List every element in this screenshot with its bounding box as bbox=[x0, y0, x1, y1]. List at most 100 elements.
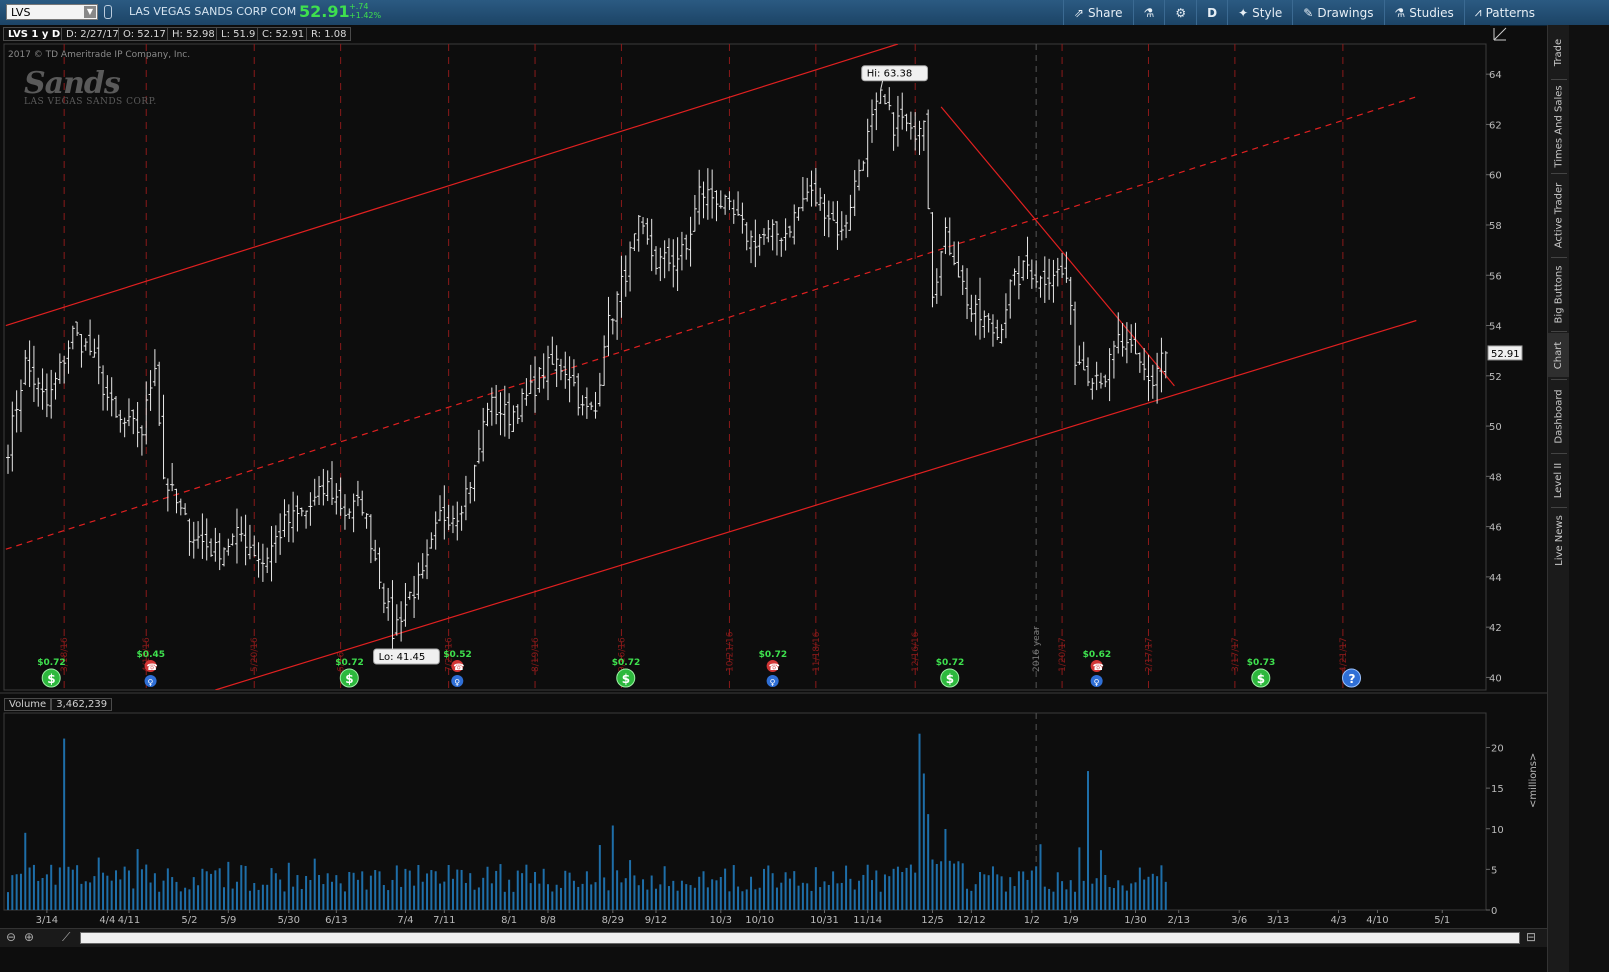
date-tick-label: 2/13 bbox=[1167, 915, 1189, 926]
volume-bar bbox=[750, 876, 753, 910]
volume-bar bbox=[339, 883, 342, 910]
volume-bar bbox=[650, 875, 653, 910]
volume-bar bbox=[127, 870, 130, 910]
volume-bar bbox=[659, 884, 662, 910]
volume-bar bbox=[901, 871, 904, 910]
volume-bar bbox=[192, 877, 195, 910]
price-tick-label: 40 bbox=[1489, 673, 1502, 684]
volume-bar bbox=[1013, 886, 1016, 910]
unknown-event-glyph: ? bbox=[1349, 672, 1356, 686]
sidebar-item-dashboard[interactable]: Dashboard bbox=[1548, 381, 1570, 451]
sidebar-item-chart[interactable]: Chart bbox=[1548, 333, 1570, 377]
volume-panel bbox=[3, 712, 1487, 911]
volume-bar bbox=[149, 882, 152, 910]
volume-bar bbox=[607, 890, 610, 910]
year-marker-label: 2016 year bbox=[1032, 626, 1042, 672]
volume-bar bbox=[745, 889, 748, 910]
volume-bar bbox=[521, 873, 524, 910]
sidebar-item-live-news[interactable]: Live News bbox=[1548, 509, 1570, 571]
earnings-amount: $0.45 bbox=[137, 650, 165, 660]
price-tick-label: 42 bbox=[1489, 623, 1502, 634]
sidebar-label-big-buttons: Big Buttons bbox=[1553, 265, 1565, 323]
volume-bar bbox=[439, 883, 441, 910]
sidebar-item-times-and-sales[interactable]: Times And Sales bbox=[1548, 81, 1570, 171]
event-date-label: 12/16/16 bbox=[911, 631, 921, 672]
volume-bar bbox=[110, 880, 113, 910]
sidebar-item-level-ii[interactable]: Level II bbox=[1548, 455, 1570, 505]
info-bulb-glyph: ♀ bbox=[770, 678, 776, 687]
volume-bar bbox=[1095, 878, 1098, 910]
volume-bar bbox=[771, 873, 774, 910]
volume-bar bbox=[715, 880, 718, 910]
volume-bar bbox=[905, 867, 908, 910]
volume-bar bbox=[283, 891, 286, 910]
date-tick-label: 3/6 bbox=[1231, 915, 1247, 926]
price-tick-label: 46 bbox=[1489, 523, 1502, 534]
sidebar-item-active-trader[interactable]: Active Trader bbox=[1548, 175, 1570, 255]
volume-bar bbox=[1108, 886, 1111, 910]
date-tick-label: 12/12 bbox=[957, 915, 986, 926]
volume-bar bbox=[633, 875, 636, 910]
scroll-track[interactable] bbox=[80, 932, 1520, 944]
volume-bar bbox=[369, 875, 372, 910]
price-tick-label: 62 bbox=[1489, 120, 1502, 131]
volume-bar bbox=[197, 885, 200, 910]
earnings-icon-glyph: ☎ bbox=[147, 663, 158, 673]
date-tick-label: 8/29 bbox=[602, 915, 624, 926]
dividend-amount: $0.72 bbox=[936, 658, 964, 668]
volume-bar bbox=[1043, 886, 1046, 910]
volume-bar bbox=[227, 861, 230, 910]
volume-bar bbox=[585, 871, 588, 910]
earnings-icon-glyph: ☎ bbox=[769, 663, 780, 673]
volume-bar bbox=[564, 870, 567, 910]
volume-bar bbox=[970, 890, 973, 910]
volume-bar bbox=[693, 887, 696, 910]
volume-bar bbox=[93, 876, 96, 910]
volume-bar bbox=[58, 867, 61, 910]
volume-bar bbox=[823, 881, 826, 910]
volume-bar bbox=[922, 773, 925, 910]
volume-bar bbox=[676, 890, 679, 910]
date-tick-label: 4/3 bbox=[1331, 915, 1347, 926]
volume-bar bbox=[300, 889, 303, 910]
volume-bar bbox=[1022, 871, 1025, 910]
volume-bar bbox=[231, 888, 234, 910]
volume-bar bbox=[832, 871, 835, 910]
volume-bar bbox=[430, 870, 433, 910]
volume-bar bbox=[426, 873, 429, 910]
price-volume-chart[interactable]: 40424446485052545658606264051015203/18/1… bbox=[0, 0, 1547, 928]
volume-bar bbox=[361, 871, 364, 910]
last-price-label: 52.91 bbox=[1491, 349, 1520, 360]
dividend-icon-glyph: $ bbox=[622, 672, 630, 686]
volume-bar bbox=[1082, 880, 1085, 910]
volume-bar bbox=[1156, 876, 1159, 910]
volume-bar bbox=[979, 872, 981, 910]
volume-bar bbox=[223, 887, 225, 910]
zoom-out-icon[interactable]: ⊖ bbox=[6, 930, 16, 944]
volume-bar bbox=[1056, 872, 1059, 910]
chart-scrollbar[interactable]: ⊖ ⊕ ⟋ ⊟ bbox=[0, 928, 1547, 947]
sidebar-item-trade[interactable]: Trade bbox=[1548, 27, 1570, 77]
zoom-in-icon[interactable]: ⊕ bbox=[24, 930, 34, 944]
volume-bar bbox=[680, 880, 683, 910]
sidebar-item-big-buttons[interactable]: Big Buttons bbox=[1548, 259, 1570, 329]
volume-bar bbox=[1017, 871, 1020, 910]
volume-bar bbox=[629, 860, 632, 910]
info-bulb-glyph: ♀ bbox=[454, 678, 460, 687]
volume-bar bbox=[1039, 844, 1042, 910]
volume-bar bbox=[76, 865, 79, 910]
volume-bar bbox=[637, 885, 640, 910]
volume-bar bbox=[547, 884, 549, 910]
volume-bar bbox=[188, 889, 191, 910]
volume-bar bbox=[153, 873, 156, 910]
drag-icon[interactable]: ⟋ bbox=[62, 930, 70, 945]
volume-bar bbox=[1009, 877, 1012, 910]
volume-bar bbox=[214, 870, 217, 910]
event-date-label: 1/20/17 bbox=[1058, 637, 1068, 672]
logo-text: Sands bbox=[24, 66, 121, 101]
volume-bar bbox=[115, 870, 117, 910]
fit-icon[interactable]: ⊟ bbox=[1526, 930, 1536, 944]
volume-bar bbox=[957, 861, 960, 910]
volume-bar bbox=[974, 884, 977, 910]
volume-bar bbox=[1000, 876, 1003, 910]
